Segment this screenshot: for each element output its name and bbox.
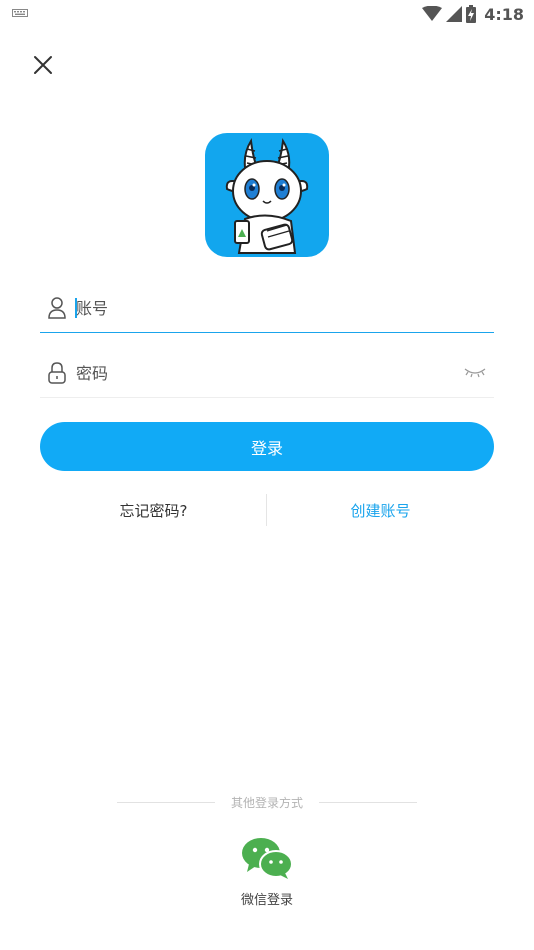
other-login-divider: 其他登录方式 [117, 793, 417, 813]
account-field[interactable] [40, 284, 494, 333]
close-button[interactable] [28, 50, 58, 80]
battery-charging-icon [466, 5, 477, 23]
create-account-link[interactable]: 创建账号 [267, 494, 494, 526]
password-field[interactable] [40, 349, 494, 398]
eye-closed-icon[interactable] [464, 366, 486, 378]
login-button[interactable]: 登录 [40, 422, 494, 471]
account-input[interactable] [76, 284, 456, 332]
other-login-title: 其他登录方式 [230, 796, 303, 810]
keyboard-icon [12, 9, 28, 17]
user-icon [48, 297, 66, 319]
status-bar: 4:18 [0, 0, 534, 28]
close-icon [34, 56, 52, 74]
password-input[interactable] [76, 349, 456, 397]
lock-icon [48, 362, 66, 384]
signal-icon [446, 6, 463, 22]
app-logo [205, 133, 329, 257]
wechat-icon [242, 838, 293, 879]
divider-line-right [319, 802, 417, 803]
account-links: 忘记密码? 创建账号 [40, 494, 494, 526]
wifi-icon [422, 6, 443, 21]
wechat-login-button[interactable]: 微信登录 [227, 832, 307, 912]
status-icons: 4:18 [422, 4, 524, 24]
forgot-password-link[interactable]: 忘记密码? [40, 494, 267, 526]
status-time: 4:18 [484, 4, 524, 24]
wechat-login-label: 微信登录 [240, 893, 293, 908]
goat-mascot-icon [225, 138, 309, 254]
